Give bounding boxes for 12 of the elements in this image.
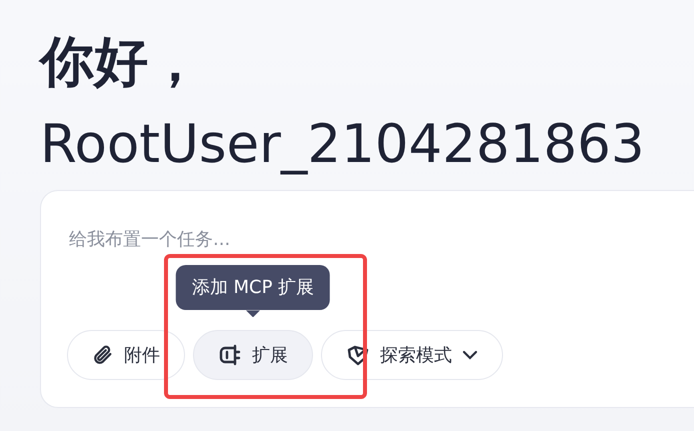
attach-button[interactable]: 附件 — [67, 330, 185, 380]
tooltip-pointer — [246, 310, 260, 318]
extension-button[interactable]: 扩展 — [193, 330, 313, 380]
chevron-down-icon — [462, 350, 478, 360]
username-heading: RootUser_2104281863 — [40, 112, 646, 176]
plug-icon — [218, 344, 242, 366]
tooltip: 添加 MCP 扩展 — [176, 265, 330, 310]
task-input[interactable]: 给我布置一个任务... — [67, 225, 487, 254]
shield-heart-icon — [346, 344, 370, 366]
mode-dropdown[interactable]: 探索模式 — [321, 330, 503, 380]
paperclip-icon — [92, 344, 114, 366]
greeting-heading: 你好， — [40, 30, 203, 95]
